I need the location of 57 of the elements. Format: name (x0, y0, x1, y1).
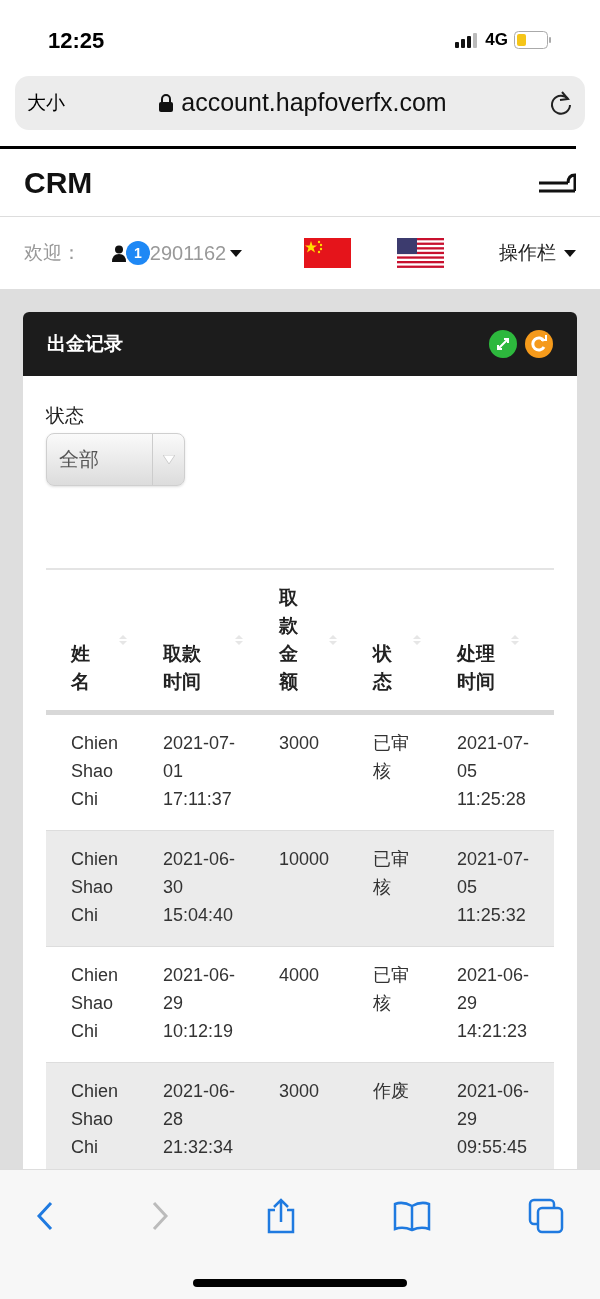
actions-dropdown[interactable]: 操作栏 (499, 238, 576, 268)
refresh-icon[interactable] (525, 330, 553, 358)
account-dropdown[interactable]: 1 2901162 (112, 238, 243, 268)
table-cell-text: 3000 (279, 731, 321, 755)
user-icon (112, 244, 126, 262)
welcome-label: 欢迎： (24, 240, 82, 265)
app-title: CRM (24, 165, 93, 201)
bookmarks-icon[interactable] (393, 1200, 431, 1232)
tabs-icon[interactable] (528, 1198, 564, 1234)
reload-icon[interactable] (549, 90, 573, 116)
table-cell-text: Chien Shao Chi (71, 1079, 120, 1159)
network-label: 4G (485, 29, 508, 52)
table-cell-text: Chien Shao Chi (71, 731, 120, 811)
caret-icon (230, 249, 243, 257)
account-number: 2901162 (149, 241, 227, 266)
signal-icon (455, 32, 480, 48)
column-header[interactable]: 处理时间 (457, 639, 495, 696)
table-cell-text: 2021-07-05 11:25:28 (457, 731, 531, 811)
table-cell-text: 4000 (279, 963, 321, 987)
expand-icon[interactable] (489, 330, 517, 358)
table-cell-text: 作废 (373, 1079, 410, 1103)
table-cell-text: 2021-07-01 17:11:37 (163, 731, 237, 811)
column-header[interactable]: 取款时间 (163, 639, 201, 696)
table-cell-text: 已审核 (373, 847, 410, 899)
status-select[interactable]: 全部 (46, 432, 185, 486)
notification-badge: 1 (126, 241, 150, 265)
table-cell-text: 2021-07-05 11:25:32 (457, 847, 531, 927)
table-cell-text: Chien Shao Chi (71, 963, 120, 1043)
back-icon[interactable] (36, 1201, 54, 1231)
table-cell-text: 2021-06-29 09:55:45 (457, 1079, 531, 1159)
column-header[interactable]: 状态 (373, 639, 392, 696)
column-header[interactable]: 姓名 (71, 639, 90, 696)
caret-icon (564, 249, 576, 257)
url-text: account.hapfoverfx.com (181, 87, 447, 119)
china-flag-icon[interactable] (304, 238, 352, 268)
table-cell-text: 已审核 (373, 963, 410, 1015)
text-size-button[interactable]: 大小 (27, 88, 87, 118)
us-flag-icon[interactable] (397, 238, 445, 268)
filter-label: 状态 (46, 404, 84, 428)
table-cell-text: 3000 (279, 1079, 321, 1103)
clock: 12:25 (48, 26, 105, 55)
battery-icon (514, 31, 552, 49)
table-cell-text: 2021-06-29 10:12:19 (163, 963, 237, 1043)
menu-icon[interactable] (538, 172, 576, 193)
table-cell-text: 已审核 (373, 731, 410, 783)
table-cell-text: 2021-06-28 21:32:34 (163, 1079, 237, 1159)
table-cell-text: Chien Shao Chi (71, 847, 120, 927)
table-cell-text: 10000 (279, 847, 331, 871)
table-cell-text: 2021-06-30 15:04:40 (163, 847, 237, 927)
address-bar[interactable]: 大小 account.hapfoverfx.com (15, 76, 585, 130)
actions-label: 操作栏 (499, 240, 556, 265)
lock-icon (159, 94, 174, 112)
column-header[interactable]: 取款金额 (279, 583, 298, 696)
caret-icon (162, 454, 175, 464)
panel-title: 出金记录 (47, 331, 123, 356)
table-cell-text: 2021-06-29 14:21:23 (457, 963, 531, 1043)
share-icon[interactable] (266, 1198, 296, 1234)
